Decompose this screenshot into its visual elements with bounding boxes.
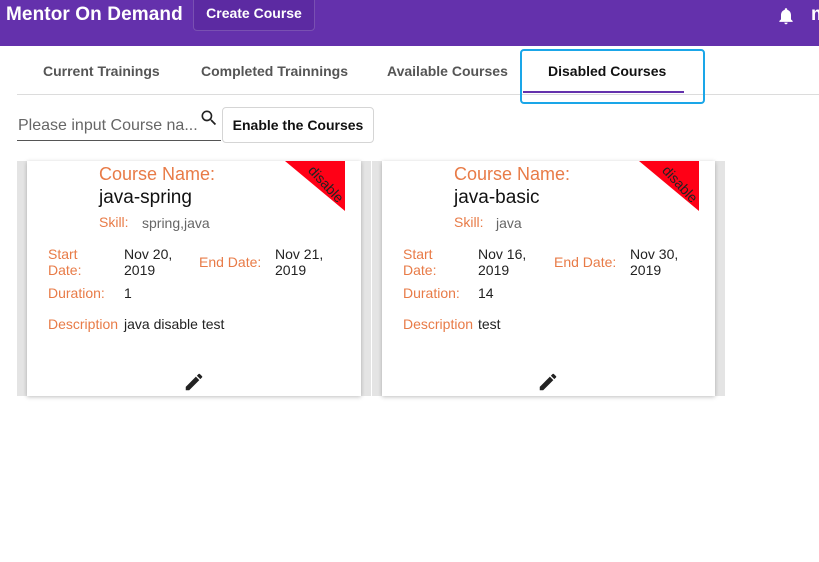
start-date-value: Nov 20, 2019 bbox=[124, 246, 173, 278]
course-card: disable Course Name: java-spring Skill: … bbox=[27, 161, 361, 396]
bell-icon[interactable] bbox=[776, 5, 796, 27]
duration-value: 1 bbox=[124, 285, 132, 301]
enable-courses-button[interactable]: Enable the Courses bbox=[222, 107, 374, 143]
description-value: java disable test bbox=[124, 316, 225, 332]
start-date-value: Nov 16, 2019 bbox=[478, 246, 527, 278]
course-search-input[interactable] bbox=[17, 112, 221, 141]
app-brand-title[interactable]: Mentor On Demand bbox=[6, 4, 183, 26]
duration-value: 14 bbox=[478, 285, 494, 301]
course-title: java-basic bbox=[454, 187, 540, 208]
course-name-label: Course Name: bbox=[99, 164, 216, 184]
course-tabs: Current Trainings Completed Trainnings A… bbox=[17, 46, 819, 95]
top-app-bar: Mentor On Demand Create Course m bbox=[0, 0, 819, 46]
course-card-container: disable Course Name: java-spring Skill: … bbox=[17, 161, 371, 396]
description-value: test bbox=[478, 316, 501, 332]
search-icon[interactable] bbox=[199, 108, 219, 128]
user-menu[interactable]: m bbox=[811, 4, 819, 26]
edit-icon[interactable] bbox=[183, 371, 205, 393]
course-card-container: disable Course Name: java-basic Skill: j… bbox=[372, 161, 725, 396]
skill-label: Skill: bbox=[454, 214, 484, 230]
edit-icon[interactable] bbox=[537, 371, 559, 393]
start-date-label: Start Date: bbox=[403, 246, 437, 278]
end-date-value: Nov 21, 2019 bbox=[275, 246, 324, 278]
skill-label: Skill: bbox=[99, 214, 129, 230]
disable-ribbon: disable bbox=[285, 161, 347, 211]
end-date-value: Nov 30, 2019 bbox=[630, 246, 679, 278]
end-date-label: End Date: bbox=[554, 254, 617, 270]
duration-label: Duration: bbox=[48, 285, 105, 301]
skill-value: java bbox=[496, 215, 522, 231]
duration-label: Duration: bbox=[403, 285, 460, 301]
tab-available-courses[interactable]: Available Courses bbox=[387, 63, 508, 79]
skill-value: spring,java bbox=[142, 215, 210, 231]
course-card: disable Course Name: java-basic Skill: j… bbox=[382, 161, 715, 396]
tab-completed-trainings[interactable]: Completed Trainnings bbox=[201, 63, 348, 79]
course-name-label: Course Name: bbox=[454, 164, 571, 184]
create-course-button[interactable]: Create Course bbox=[193, 0, 315, 31]
disable-ribbon: disable bbox=[639, 161, 701, 211]
end-date-label: End Date: bbox=[199, 254, 262, 270]
tab-disabled-courses[interactable]: Disabled Courses bbox=[548, 63, 666, 79]
course-title: java-spring bbox=[99, 187, 192, 208]
description-label: Description bbox=[48, 316, 119, 332]
start-date-label: Start Date: bbox=[48, 246, 82, 278]
tab-current-trainings[interactable]: Current Trainings bbox=[43, 63, 160, 79]
active-tab-indicator bbox=[523, 91, 684, 93]
description-label: Description bbox=[403, 316, 474, 332]
